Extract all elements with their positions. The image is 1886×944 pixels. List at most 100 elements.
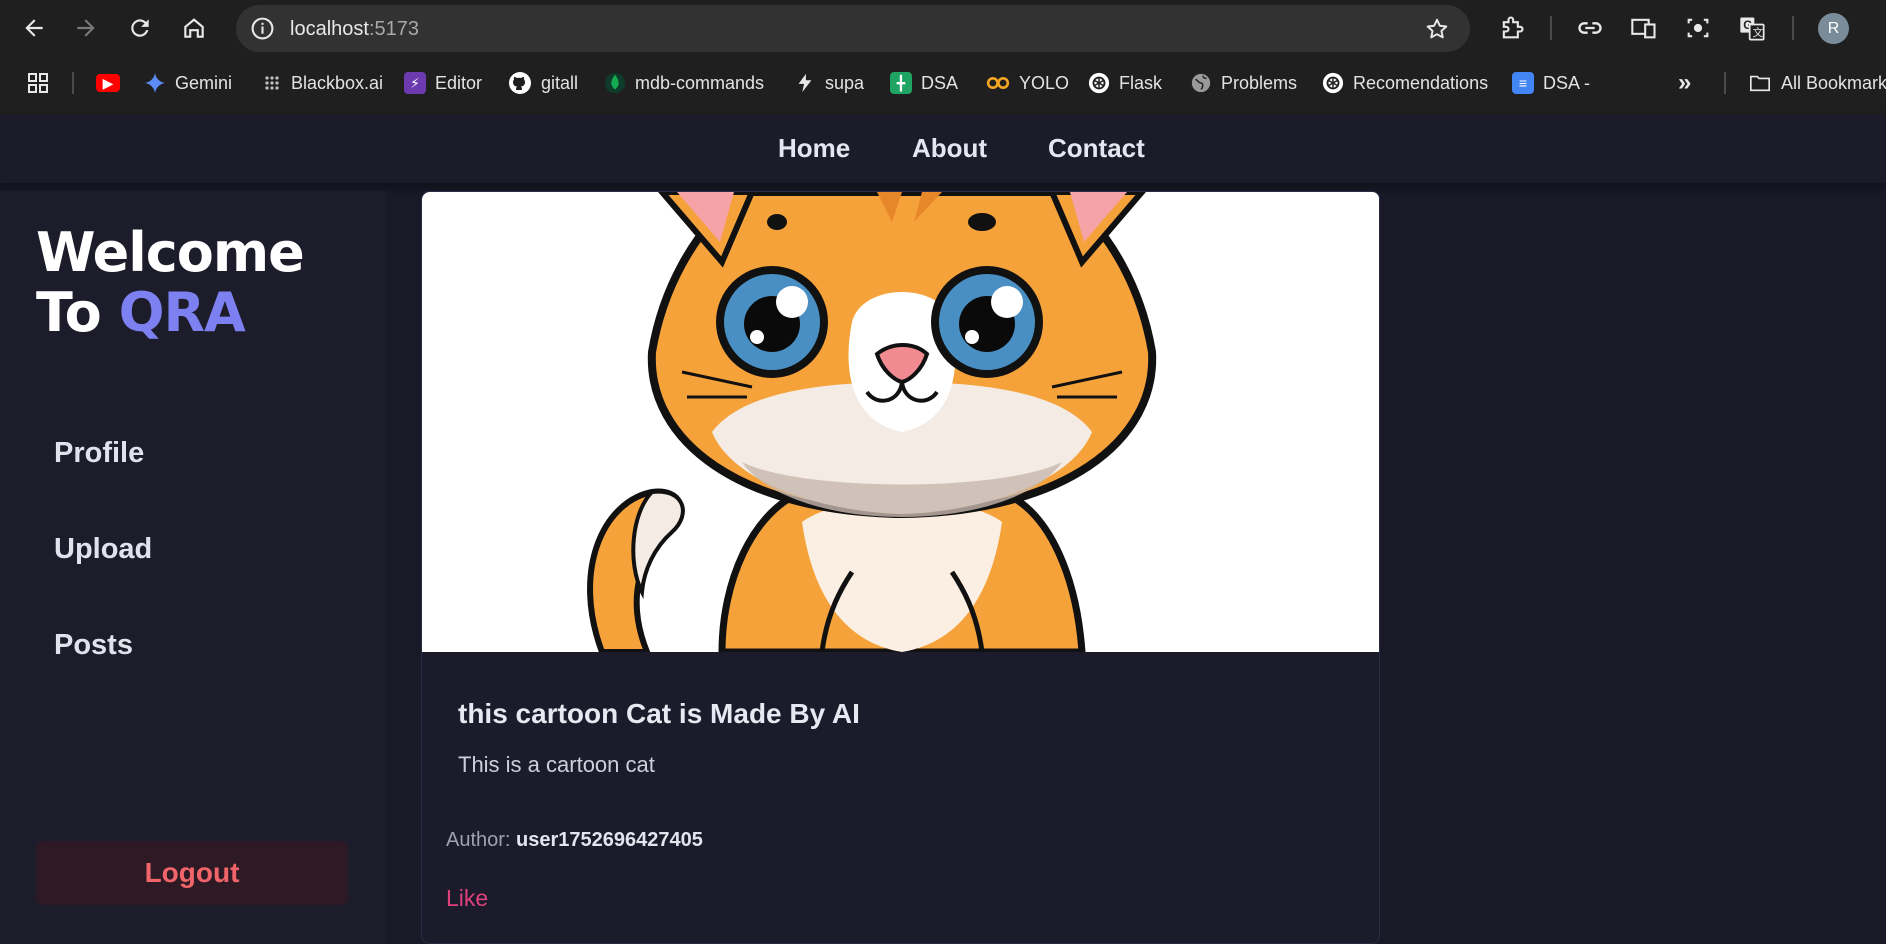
post-title: this cartoon Cat is Made By AI xyxy=(458,698,860,729)
folder-icon xyxy=(1750,75,1770,92)
apps-button[interactable] xyxy=(26,69,50,97)
bookmarks-divider xyxy=(72,72,74,94)
bookmark-editor[interactable]: ⚡ Editor xyxy=(404,69,482,97)
like-button[interactable]: Like xyxy=(446,885,488,912)
bookmark-dsa[interactable]: ╋ DSA xyxy=(890,69,958,97)
bookmark-flask[interactable]: Flask xyxy=(1088,69,1162,97)
globe-icon xyxy=(1191,73,1211,93)
bookmark-label: gitall xyxy=(541,72,579,93)
sidebar-item-profile[interactable]: Profile xyxy=(54,437,144,470)
blackbox-icon xyxy=(265,76,279,90)
mongodb-icon xyxy=(604,72,626,94)
toolbar-divider xyxy=(1550,16,1552,40)
welcome-prefix: To xyxy=(36,281,119,344)
all-bookmarks-label: All Bookmarks xyxy=(1781,72,1886,93)
cat-illustration xyxy=(422,192,1379,652)
bookmark-dsa-doc[interactable]: ≡ DSA - xyxy=(1512,69,1590,97)
share-link-button[interactable] xyxy=(1574,12,1606,44)
bookmark-mdb-commands[interactable]: mdb-commands xyxy=(604,69,764,97)
reload-button[interactable] xyxy=(120,8,160,48)
arrow-left-icon xyxy=(25,19,43,37)
puzzle-icon xyxy=(1502,16,1524,39)
author-name: user1752696427405 xyxy=(516,829,703,851)
post-card: this cartoon Cat is Made By AI This is a… xyxy=(421,191,1380,944)
chevron-double-right-icon: » xyxy=(1678,69,1692,96)
sidebar-item-upload[interactable]: Upload xyxy=(54,533,152,566)
link-icon xyxy=(1578,22,1602,34)
translate-icon: G文 xyxy=(1740,17,1765,41)
gemini-icon xyxy=(144,72,166,94)
bookmark-gemini[interactable]: Gemini xyxy=(144,69,232,97)
top-navigation: Home About Contact xyxy=(0,115,1886,183)
supa-icon xyxy=(798,73,812,93)
svg-text:文: 文 xyxy=(1753,26,1764,39)
youtube-icon: ▶ xyxy=(96,74,120,92)
sidebar: Welcome To QRA Profile Upload Posts Logo… xyxy=(0,191,386,944)
bookmark-label: Editor xyxy=(435,72,483,93)
more-bookmarks-button[interactable]: » xyxy=(1678,69,1691,97)
bookmark-problems[interactable]: Problems xyxy=(1190,69,1297,97)
bookmarks-divider xyxy=(1724,72,1726,94)
arrow-right-icon xyxy=(77,19,95,37)
browser-toolbar: localhost:5173 G文 R xyxy=(0,0,1886,56)
toolbar-divider xyxy=(1792,16,1794,40)
device-toggle-button[interactable] xyxy=(1628,12,1660,44)
bookmark-recomendations[interactable]: Recomendations xyxy=(1322,69,1488,97)
bookmark-label: Blackbox.ai xyxy=(291,72,384,93)
bookmark-star-icon[interactable] xyxy=(1424,16,1450,42)
address-bar[interactable]: localhost:5173 xyxy=(236,5,1470,52)
url-port: :5173 xyxy=(368,18,419,40)
nav-contact-link[interactable]: Contact xyxy=(1048,133,1145,164)
screenshot-button[interactable] xyxy=(1682,12,1714,44)
bookmarks-bar: ▶ Gemini Blackbox.ai ⚡ Editor gitall mdb… xyxy=(0,62,1886,104)
devices-icon xyxy=(1631,18,1656,39)
logout-button[interactable]: Logout xyxy=(36,841,348,905)
home-button[interactable] xyxy=(174,8,214,48)
forward-button[interactable] xyxy=(66,8,106,48)
url-host: localhost xyxy=(290,18,369,40)
profile-avatar[interactable]: R xyxy=(1818,13,1849,44)
welcome-line-2: To QRA xyxy=(36,283,304,343)
nav-about-link[interactable]: About xyxy=(912,133,987,164)
web-page: Home About Contact Welcome To QRA Profil… xyxy=(0,115,1886,944)
extensions-button[interactable] xyxy=(1496,12,1528,44)
post-author: Author: user1752696427405 xyxy=(446,829,703,852)
bookmark-label: Recomendations xyxy=(1353,72,1489,93)
apps-grid-icon xyxy=(28,73,48,93)
url-text: localhost:5173 xyxy=(290,18,419,41)
post-description: This is a cartoon cat xyxy=(458,752,655,777)
welcome-line-1: Welcome xyxy=(36,221,305,284)
bookmark-label: mdb-commands xyxy=(635,72,765,93)
bookmark-label: supa xyxy=(825,72,865,93)
reload-icon xyxy=(131,19,149,37)
bookmark-label: DSA xyxy=(921,72,959,93)
docs-icon: ≡ xyxy=(1512,72,1534,94)
author-label: Author: xyxy=(446,829,511,851)
nav-home-link[interactable]: Home xyxy=(778,133,850,164)
bookmark-gitall[interactable]: gitall xyxy=(508,69,578,97)
back-button[interactable] xyxy=(14,8,54,48)
bookmark-youtube[interactable]: ▶ xyxy=(96,69,120,97)
cartoon-cat-image xyxy=(422,192,1379,652)
welcome-heading: Welcome To QRA xyxy=(36,221,305,343)
all-bookmarks-button[interactable]: All Bookmarks xyxy=(1748,69,1886,97)
home-icon xyxy=(184,18,204,38)
bookmark-blackbox[interactable]: Blackbox.ai xyxy=(262,69,383,97)
editor-icon: ⚡ xyxy=(404,72,426,94)
bookmark-label: Flask xyxy=(1119,72,1163,93)
browser-chrome: localhost:5173 G文 R ▶ Gemini Blackbox.ai… xyxy=(0,0,1886,115)
bookmark-yolo[interactable]: YOLO xyxy=(986,69,1069,97)
chatgpt-icon xyxy=(1322,72,1344,94)
bookmark-supa[interactable]: supa xyxy=(794,69,864,97)
site-info-icon[interactable] xyxy=(250,16,275,41)
sheets-icon: ╋ xyxy=(890,72,912,94)
camera-icon xyxy=(1687,18,1709,38)
translate-button[interactable]: G文 xyxy=(1736,12,1768,44)
github-icon xyxy=(509,72,531,94)
bookmark-label: DSA - xyxy=(1543,72,1591,93)
brand-name: QRA xyxy=(118,281,246,344)
sidebar-item-posts[interactable]: Posts xyxy=(54,629,133,662)
bookmark-label: YOLO xyxy=(1019,72,1070,93)
chatgpt-icon xyxy=(1088,72,1110,94)
yolo-icon xyxy=(986,77,1010,89)
